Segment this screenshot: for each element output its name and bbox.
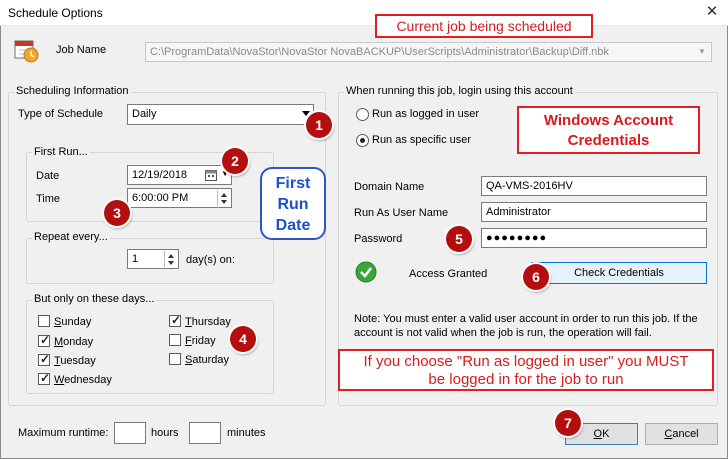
- date-picker[interactable]: 12/19/2018 ▼: [127, 165, 232, 185]
- minutes-label: minutes: [227, 427, 266, 439]
- time-spinner[interactable]: [217, 190, 230, 206]
- user-label: Run As User Name: [354, 207, 449, 219]
- badge-4: 4: [230, 326, 256, 352]
- checkbox-friday[interactable]: [169, 334, 181, 346]
- account-legend: When running this job, login using this …: [344, 85, 575, 97]
- radio-run-as-logged-in[interactable]: [356, 108, 369, 121]
- run-as-logged-in-label: Run as logged in user: [372, 108, 480, 120]
- account-note: Note: You must enter a valid user accoun…: [354, 313, 698, 339]
- credentials-callout: Windows Account Credentials: [517, 106, 700, 154]
- job-name-label: Job Name: [56, 44, 107, 56]
- label-wednesday: Wednesday: [54, 374, 112, 386]
- badge-1: 1: [306, 112, 332, 138]
- schedule-type-label: Type of Schedule: [18, 108, 104, 120]
- checkbox-wednesday[interactable]: [38, 371, 50, 385]
- first-run-legend: First Run...: [32, 146, 90, 158]
- green-check-icon: [355, 261, 377, 286]
- time-picker[interactable]: 6:00:00 PM: [127, 188, 232, 208]
- access-status: Access Granted: [409, 268, 488, 280]
- hours-field[interactable]: [114, 422, 146, 444]
- repeat-stepper[interactable]: 1: [127, 249, 179, 269]
- label-sunday: Sunday: [54, 316, 92, 328]
- badge-2: 2: [222, 148, 248, 174]
- time-label: Time: [36, 193, 61, 205]
- run-as-specific-label: Run as specific user: [372, 134, 472, 146]
- repeat-unit-label: day(s) on:: [186, 254, 235, 266]
- job-path-value: C:\ProgramData\NovaStor\NovaStor NovaBAC…: [150, 46, 609, 58]
- first-run-callout: First Run Date: [260, 167, 326, 240]
- domain-label: Domain Name: [354, 181, 425, 193]
- logged-in-callout: If you choose "Run as logged in user" yo…: [338, 349, 714, 391]
- calendar-clock-icon: [12, 36, 40, 64]
- date-value: 12/19/2018: [132, 169, 188, 181]
- repeat-legend: Repeat every...: [32, 231, 110, 243]
- calendar-icon[interactable]: [205, 169, 217, 184]
- password-field[interactable]: ●●●●●●●●: [481, 228, 707, 248]
- cancel-button[interactable]: Cancel: [645, 423, 718, 445]
- schedule-type-value: Daily: [132, 108, 157, 120]
- schedule-type-select[interactable]: Daily: [127, 104, 314, 125]
- repeat-spinner[interactable]: [164, 251, 177, 267]
- badge-7: 7: [555, 410, 581, 436]
- radio-run-as-specific[interactable]: [356, 134, 369, 147]
- label-saturday: Saturday: [185, 354, 230, 366]
- close-button[interactable]: ✕: [702, 3, 722, 23]
- max-runtime-label: Maximum runtime:: [18, 427, 109, 439]
- job-callout: Current job being scheduled: [375, 14, 593, 38]
- user-field[interactable]: Administrator: [481, 202, 707, 222]
- scheduling-legend: Scheduling Information: [14, 85, 131, 97]
- label-monday: Monday: [54, 336, 94, 348]
- label-thursday: Thursday: [185, 316, 231, 328]
- check-credentials-button[interactable]: Check Credentials: [531, 262, 707, 284]
- label-tuesday: Tuesday: [54, 355, 96, 367]
- date-label: Date: [36, 170, 60, 182]
- password-label: Password: [354, 233, 403, 245]
- chevron-down-icon[interactable]: ▼: [695, 45, 709, 59]
- window-title: Schedule Options: [8, 6, 103, 20]
- checkbox-monday[interactable]: [38, 333, 50, 347]
- repeat-value: 1: [132, 253, 139, 265]
- hours-label: hours: [151, 427, 179, 439]
- checkbox-thursday[interactable]: [169, 313, 181, 327]
- checkbox-tuesday[interactable]: [38, 352, 50, 366]
- label-friday: Friday: [185, 335, 216, 347]
- days-legend: But only on these days...: [32, 293, 157, 305]
- job-path-field[interactable]: C:\ProgramData\NovaStor\NovaStor NovaBAC…: [145, 42, 712, 62]
- minutes-field[interactable]: [189, 422, 221, 444]
- title-bar: [0, 0, 728, 26]
- checkbox-sunday[interactable]: [38, 315, 50, 327]
- time-value: 6:00:00 PM: [132, 192, 189, 204]
- badge-3: 3: [104, 200, 130, 226]
- checkbox-saturday[interactable]: [169, 353, 181, 365]
- domain-field[interactable]: QA-VMS-2016HV: [481, 176, 707, 196]
- badge-6: 6: [523, 264, 549, 290]
- badge-5: 5: [446, 226, 472, 252]
